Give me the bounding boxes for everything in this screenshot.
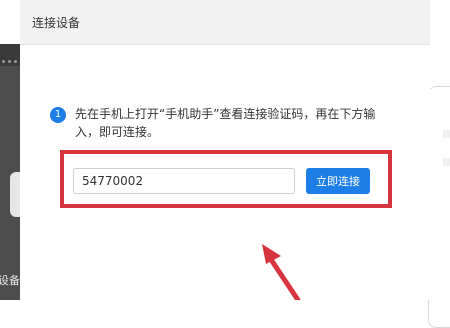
annotation-arrow-icon	[262, 244, 301, 300]
